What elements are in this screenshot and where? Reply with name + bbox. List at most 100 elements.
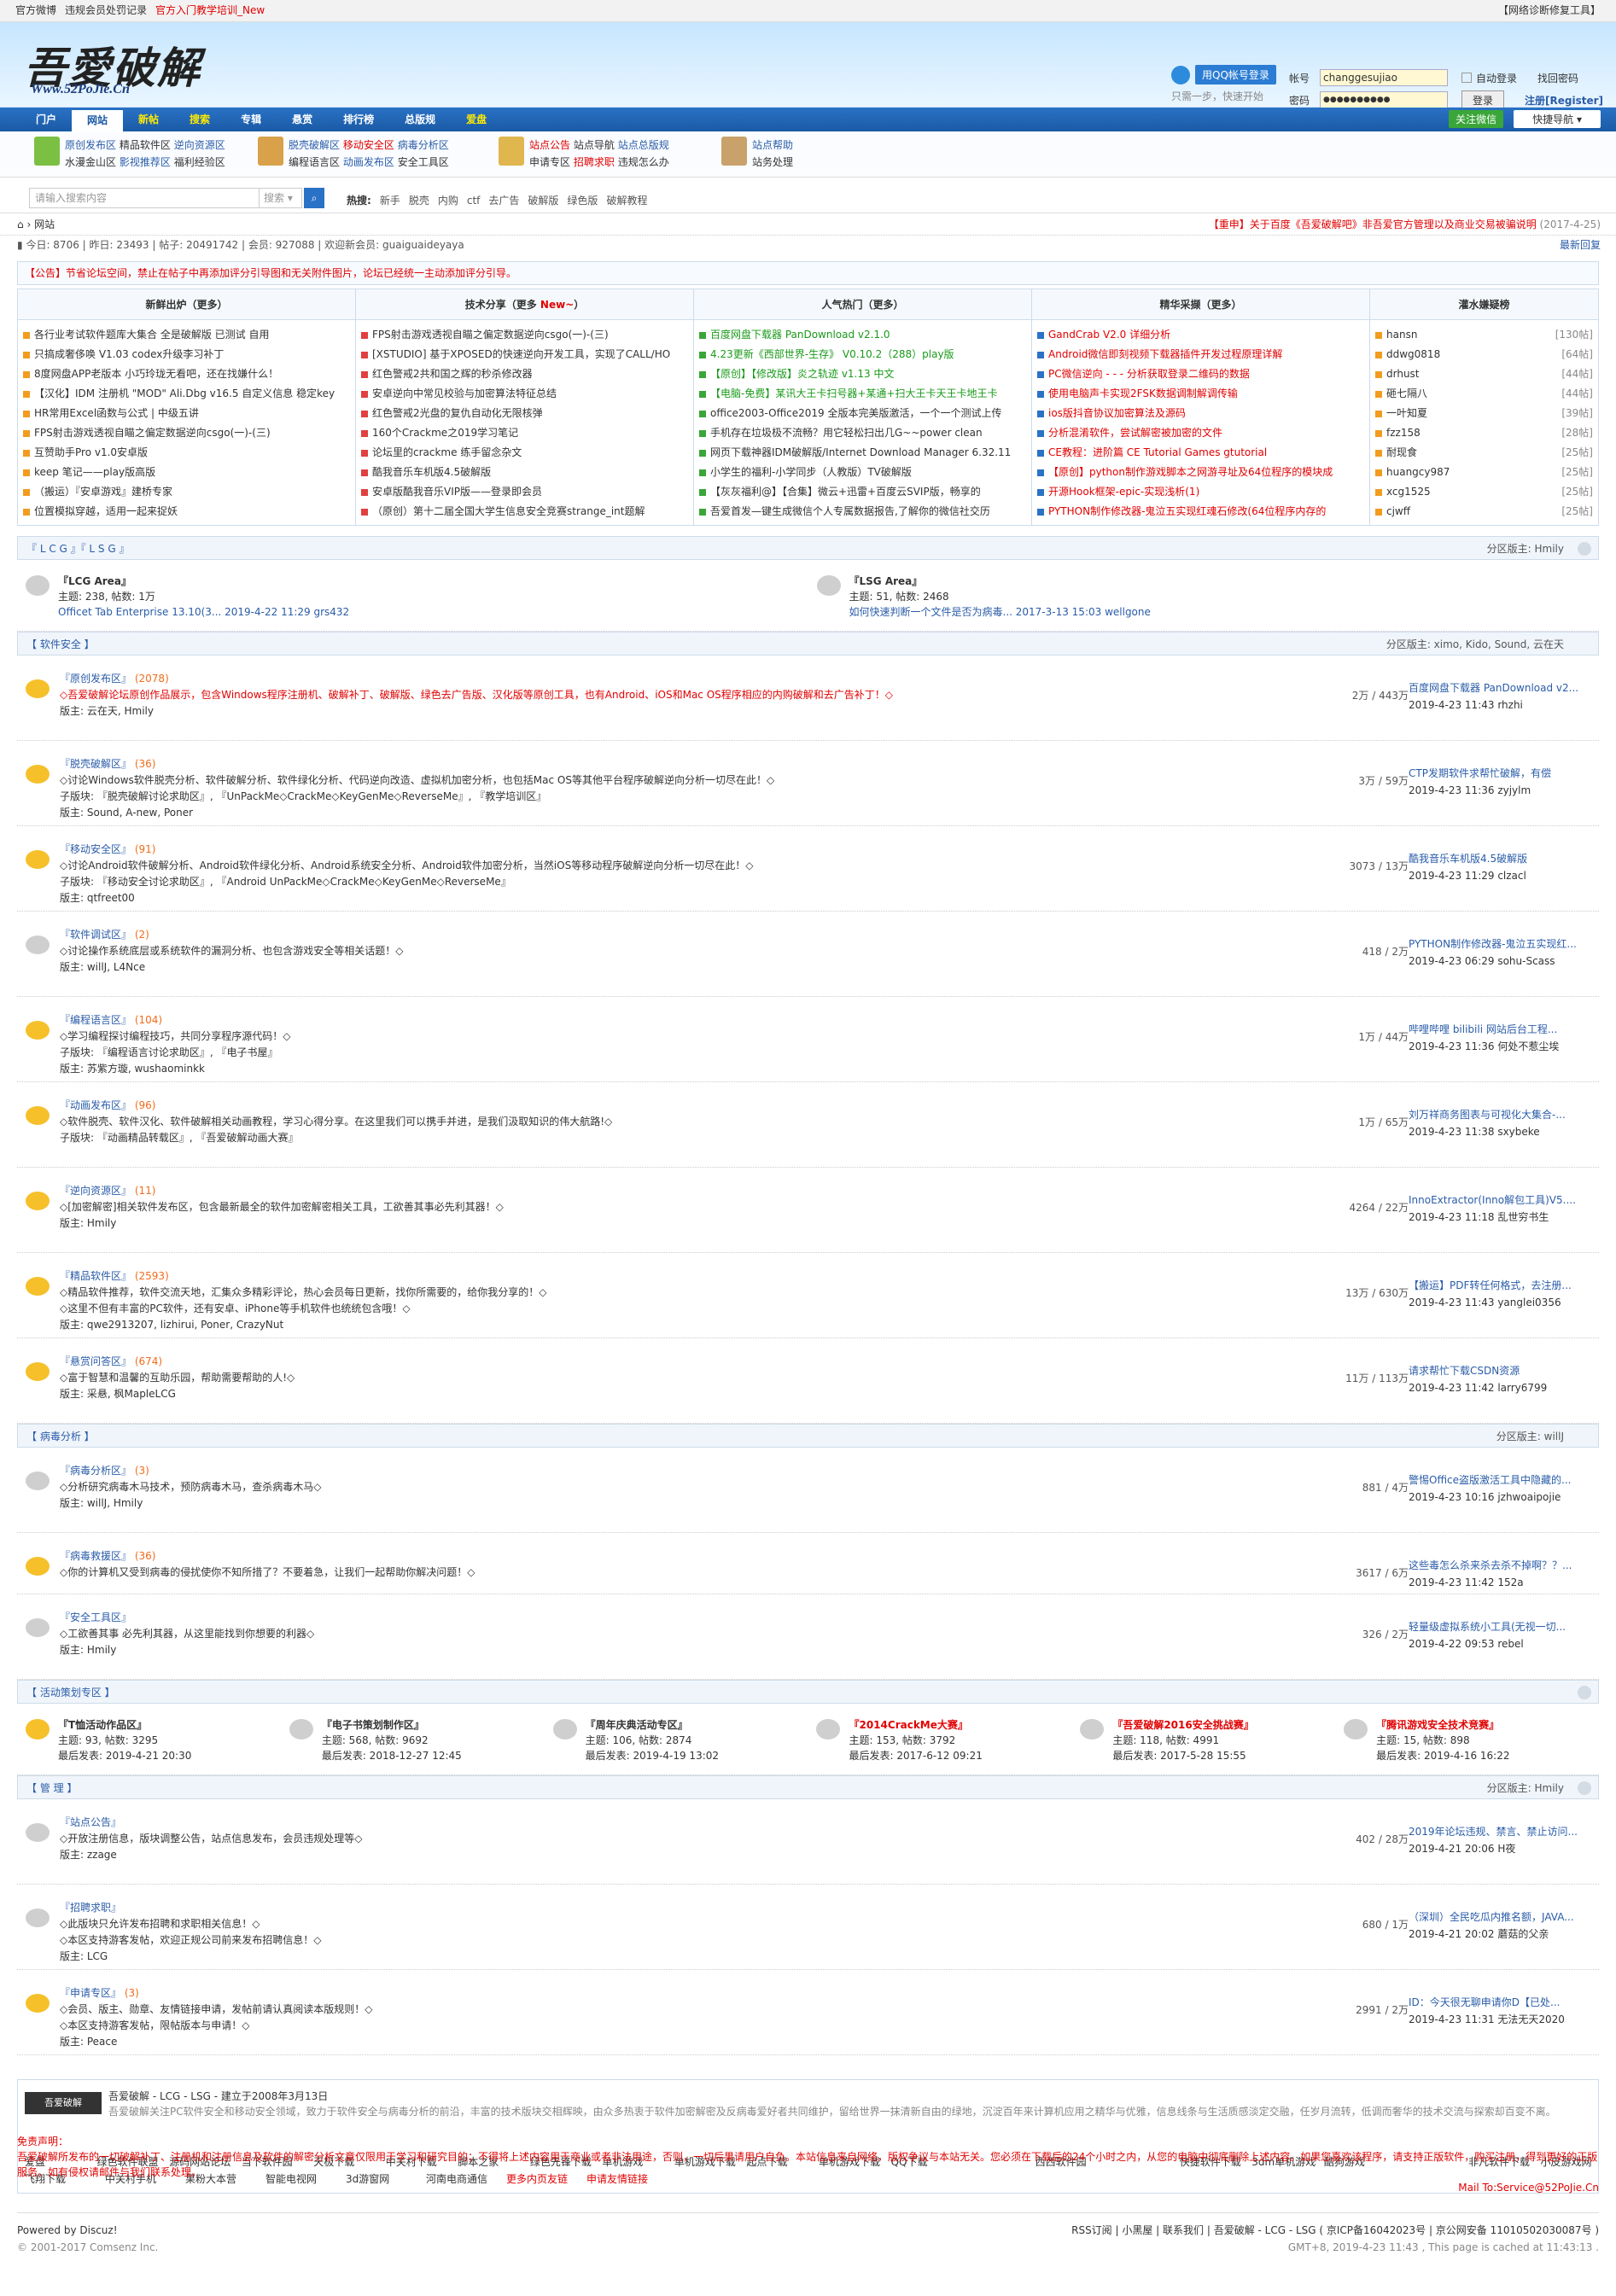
- announcement[interactable]: 【重申】关于百度《吾爱破解吧》非吾爱官方管理以及商业交易被骗说明 (2017-4…: [1209, 213, 1601, 236]
- nav-rules[interactable]: 总版规: [389, 108, 451, 131]
- top-list-item[interactable]: keep 笔记——play版高版: [23, 463, 350, 482]
- forum-name[interactable]: 『编程语言区』: [60, 1014, 131, 1026]
- water-user[interactable]: ddwg0818 [64帖]: [1375, 345, 1593, 364]
- top-list-header[interactable]: 人气热门（更多）: [694, 289, 1031, 320]
- forum-row[interactable]: 『精品软件区』 (2593) ◇精品软件推荐，软件交流天地，汇集众多精彩评论，热心…: [17, 1253, 1599, 1338]
- forum-row[interactable]: 『申请专区』 (3) ◇会员、版主、勋章、友情链接申请，发帖前请认真阅读本版规则！…: [17, 1970, 1599, 2055]
- hot-word[interactable]: ctf: [467, 195, 481, 207]
- collapse-icon[interactable]: [1578, 1781, 1591, 1795]
- section-header[interactable]: 【 活动策划专区 】: [17, 1680, 1599, 1704]
- top-list-link[interactable]: 百度网盘下载器 PanDownload v2.1.0: [710, 329, 890, 341]
- activity-forum[interactable]: 『周年庆典活动专区』 主题: 106, 帖数: 2874 最后发表: 2019-4-…: [545, 1704, 808, 1774]
- last-post-title[interactable]: 轻量级虚拟系统小工具(无视一切...: [1409, 1618, 1588, 1635]
- top-list-item[interactable]: 只搞成奢侈唤 V1.03 codex升级李习补丁: [23, 345, 350, 364]
- forum-row[interactable]: 『病毒救援区』 (36) ◇你的计算机又受到病毒的侵扰使你不知所措了？不要着急，让…: [17, 1533, 1599, 1594]
- forum-subforums[interactable]: 子版块: 『编程语言讨论求助区』, 『电子书屋』: [60, 1045, 1255, 1061]
- password-input[interactable]: ●●●●●●●●●●: [1320, 91, 1448, 108]
- subnav-link[interactable]: 招聘求职: [574, 156, 615, 168]
- forum-moderators[interactable]: 版主: Peace: [60, 2034, 1255, 2050]
- forum-subforums[interactable]: 子版块: 『脱壳破解讨论求助区』, 『UnPackMe◇CrackMe◇KeyG…: [60, 789, 1255, 805]
- forum-name[interactable]: 『逆向资源区』: [60, 1185, 131, 1197]
- top-list-link[interactable]: 互赞助手Pro v1.0安卓版: [34, 446, 148, 458]
- top-list-link[interactable]: 160个Crackme之019学习笔记: [372, 427, 518, 439]
- forum-last[interactable]: Officet Tab Enterprise 13.10(3... 2019-4…: [58, 604, 349, 620]
- top-list-item[interactable]: 安卓版酷我音乐VIP版——登录即会员: [361, 482, 688, 502]
- find-password-link[interactable]: 找回密码: [1537, 71, 1578, 85]
- forum-row[interactable]: 『脱壳破解区』 (36) ◇讨论Windows软件脱壳分析、软件破解分析、软件绿化…: [17, 741, 1599, 826]
- top-list-item[interactable]: 【原创】【修改版】炎之轨迹 v1.13 中文: [699, 364, 1026, 384]
- forum-name[interactable]: 『招聘求职』: [60, 1902, 121, 1914]
- subnav-link[interactable]: 移动安全区: [343, 139, 394, 151]
- forum-name[interactable]: 『移动安全区』: [60, 843, 131, 855]
- forum-row[interactable]: 『安全工具区』 ◇工欲善其事 必先利其器，从这里能找到你想要的利器◇ 版主: Hm…: [17, 1594, 1599, 1680]
- top-list-link[interactable]: 手机存在垃圾极不流畅？用它轻松扫出几G~~power clean: [710, 427, 983, 439]
- top-list-link[interactable]: 使用电脑声卡实现2FSK数据调制解调传输: [1048, 388, 1238, 399]
- forum-row[interactable]: 『动画发布区』 (96) ◇软件脱壳、软件汉化、软件破解相关动画教程，学习心得分享…: [17, 1082, 1599, 1168]
- last-post-title[interactable]: CTP发期软件求帮忙破解，有偿: [1409, 765, 1588, 782]
- forum-name[interactable]: 『周年庆典活动专区』: [586, 1717, 719, 1733]
- water-user[interactable]: fzz158 [28帖]: [1375, 423, 1593, 443]
- forum-name[interactable]: 『悬赏问答区』: [60, 1355, 131, 1367]
- top-list-link[interactable]: 【原创】【修改版】炎之轨迹 v1.13 中文: [710, 368, 894, 380]
- forum-row[interactable]: 『编程语言区』 (104) ◇学习编程探讨编程技巧，共同分享程序源代码！◇ 子版块:…: [17, 997, 1599, 1082]
- top-list-item[interactable]: （原创）第十二届全国大学生信息安全竞赛strange_int题解: [361, 502, 688, 522]
- forum-name[interactable]: 『吾爱破解2016安全挑战赛』: [1112, 1717, 1253, 1733]
- top-list-link[interactable]: 【汉化】IDM 注册机 "MOD" Ali.Dbg v16.5 自定义信息 稳定…: [34, 388, 335, 399]
- top-list-item[interactable]: PYTHON制作修改器-鬼泣五实现红魂石修改(64位程序内存的: [1037, 502, 1364, 522]
- search-button[interactable]: ⌕: [304, 188, 324, 208]
- last-post-title[interactable]: 2019年论坛违规、禁言、禁止访问...: [1409, 1823, 1588, 1840]
- user-name[interactable]: xcg1525: [1386, 486, 1431, 498]
- top-list-item[interactable]: 使用电脑声卡实现2FSK数据调制解调传输: [1037, 384, 1364, 404]
- top-list-item[interactable]: 位置模拟穿越，适用一起来捉妖: [23, 502, 350, 522]
- subnav-link[interactable]: 站务处理: [752, 154, 793, 171]
- punish-link[interactable]: 违规会员处罚记录: [65, 4, 147, 16]
- nav-reward[interactable]: 悬赏: [277, 108, 328, 131]
- top-list-link[interactable]: （原创）第十二届全国大学生信息安全竞赛strange_int题解: [372, 505, 645, 517]
- top-list-header[interactable]: 技术分享（更多 New~）: [356, 289, 693, 320]
- top-list-item[interactable]: PC微信逆向 - - - 分析获取登录二维码的数据: [1037, 364, 1364, 384]
- subnav-link[interactable]: 安全工具区: [398, 156, 449, 168]
- qq-login-button[interactable]: 用QQ帐号登录: [1195, 65, 1276, 84]
- top-list-item[interactable]: 手机存在垃圾极不流畅？用它轻松扫出几G~~power clean: [699, 423, 1026, 443]
- subnav-link[interactable]: 站点公告: [529, 139, 570, 151]
- forum-name[interactable]: 『动画发布区』: [60, 1099, 131, 1111]
- quick-nav-button[interactable]: 快捷导航 ▾: [1514, 110, 1601, 128]
- top-list-item[interactable]: 百度网盘下载器 PanDownload v2.1.0: [699, 325, 1026, 345]
- forum-subforums[interactable]: ◇这里不但有丰富的PC软件，还有安卓、iPhone等手机软件也统统包含哦！◇: [60, 1301, 1255, 1317]
- top-list-item[interactable]: Android微信即刻视频下载器插件开发过程原理详解: [1037, 345, 1364, 364]
- subnav-link[interactable]: 病毒分析区: [398, 139, 449, 151]
- top-list-item[interactable]: 【灰灰福利@】【合集】微云+迅雷+百度云SVIP版，畅享的: [699, 482, 1026, 502]
- hot-word[interactable]: 绿色版: [567, 195, 598, 207]
- water-user[interactable]: huangcy987 [25帖]: [1375, 463, 1593, 482]
- last-post-title[interactable]: ID：今天很无聊申请你D【已处...: [1409, 1994, 1588, 2011]
- top-list-item[interactable]: 酷我音乐车机版4.5破解版: [361, 463, 688, 482]
- forum-name[interactable]: 『2014CrackMe大赛』: [849, 1717, 982, 1733]
- top-list-item[interactable]: 4.23更新《西部世界-生存》 V0.10.2（288）play版: [699, 345, 1026, 364]
- forum-moderators[interactable]: 版主: qtfreet00: [60, 890, 1255, 906]
- user-name[interactable]: cjwff: [1386, 505, 1410, 517]
- top-list-link[interactable]: 酷我音乐车机版4.5破解版: [372, 466, 491, 478]
- top-list-item[interactable]: FPS射击游戏透视自瞄之偏定数据逆向csgo(一)-(三): [23, 423, 350, 443]
- subnav-link[interactable]: 动画发布区: [343, 156, 394, 168]
- top-list-link[interactable]: 吾爱首发—键生成微信个人专属数据报告,了解你的微信社交历: [710, 505, 990, 517]
- forum-cell[interactable]: 『LCG Area』 主题: 238, 帖数: 1万 Officet Tab Ent…: [17, 560, 808, 631]
- top-list-link[interactable]: 各行业考试软件题库大集合 全是破解版 已测试 自用: [34, 329, 269, 341]
- site-logo[interactable]: 吾愛破解 Www.52PoJie.Cn: [24, 34, 246, 104]
- forum-row[interactable]: 『移动安全区』 (91) ◇讨论Android软件破解分析、Android软件绿化…: [17, 826, 1599, 912]
- last-post-title[interactable]: 【搬运】PDF转任何格式，去注册...: [1409, 1277, 1588, 1294]
- net-diag-link[interactable]: 【网络诊断修复工具】: [1498, 0, 1601, 21]
- top-list-link[interactable]: PYTHON制作修改器-鬼泣五实现红魂石修改(64位程序内存的: [1048, 505, 1326, 517]
- forum-moderators[interactable]: 版主: zzage: [60, 1847, 1255, 1863]
- forum-cell[interactable]: 『LSG Area』 主题: 51, 帖数: 2468 如何快速判断一个文件是否为病…: [808, 560, 1600, 631]
- top-list-link[interactable]: 论坛里的crackme 练手留念杂文: [372, 446, 522, 458]
- user-name[interactable]: 一叶知夏: [1386, 407, 1427, 419]
- subnav-link[interactable]: 影视推荐区: [120, 156, 171, 168]
- forum-moderators[interactable]: 版主: Hmily: [60, 1642, 1255, 1658]
- forum-moderators[interactable]: 版主: LCG: [60, 1949, 1255, 1965]
- activity-forum[interactable]: 『腾讯游戏安全技术竞赛』 主题: 15, 帖数: 898 最后发表: 2019-4-…: [1335, 1704, 1599, 1774]
- activity-forum[interactable]: 『T恤活动作品区』 主题: 93, 帖数: 3295 最后发表: 2019-4-21…: [17, 1704, 281, 1774]
- subnav-link[interactable]: 水漫金山区: [65, 156, 116, 168]
- collapse-icon[interactable]: [1578, 542, 1591, 556]
- collapse-icon[interactable]: [1578, 1686, 1591, 1699]
- top-list-header[interactable]: 新鲜出炉（更多）: [18, 289, 355, 320]
